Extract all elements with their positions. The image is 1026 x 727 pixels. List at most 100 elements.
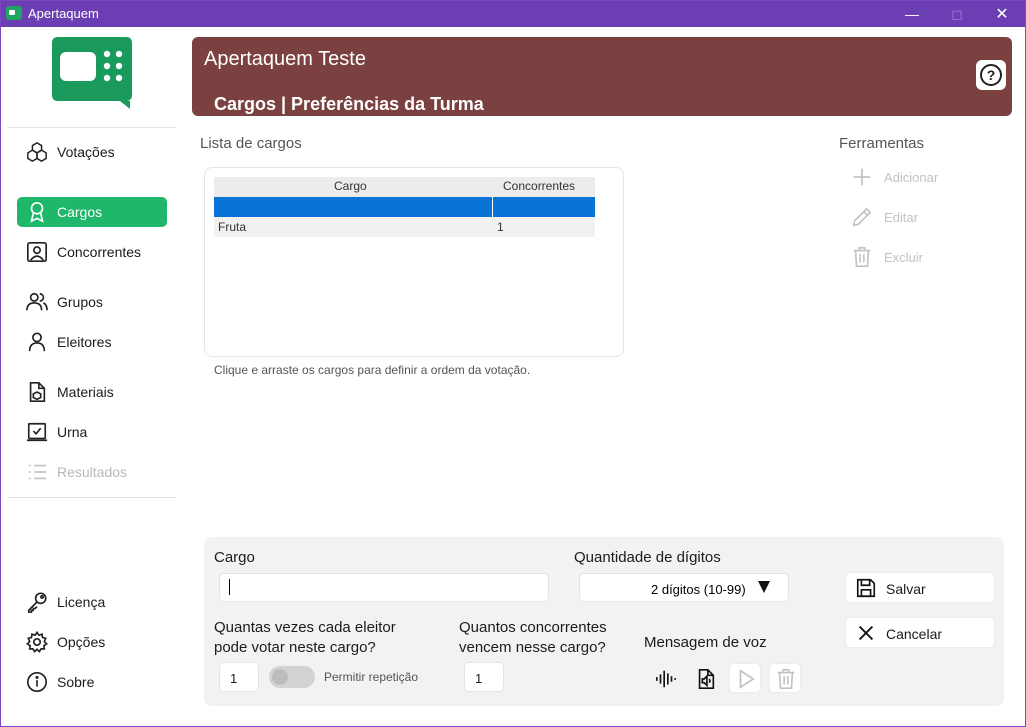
app-logo <box>52 37 132 109</box>
play-icon <box>739 669 755 689</box>
sidebar-item-label: Resultados <box>57 464 128 480</box>
text-caret <box>229 579 230 595</box>
delete-button: Excluir <box>851 244 981 270</box>
winners-label-line1: Quantos concorrentes <box>459 619 607 636</box>
sidebar-item-cargos[interactable]: Cargos <box>17 197 167 227</box>
voice-label: Mensagem de voz <box>644 634 767 651</box>
tools-label: Ferramentas <box>839 135 925 152</box>
plus-icon <box>853 168 871 186</box>
help-button[interactable]: ? <box>976 60 1006 90</box>
table-row[interactable]: Cor 2 <box>214 197 595 217</box>
concorrentes-cell: 1 <box>497 220 504 234</box>
add-button: Adicionar <box>851 164 981 190</box>
votes-input[interactable]: 1 <box>219 662 259 692</box>
sidebar-item-label: Licença <box>57 594 106 610</box>
winners-value: 1 <box>475 671 483 686</box>
sidebar-divider <box>7 497 176 498</box>
sidebar-item-label: Opções <box>57 634 106 650</box>
sidebar-item-sobre[interactable]: Sobre <box>17 667 167 697</box>
ribbon-icon <box>30 202 44 223</box>
key-icon <box>27 592 47 613</box>
sidebar-divider <box>7 127 176 128</box>
sidebar-item-concorrentes[interactable]: Concorrentes <box>17 237 167 267</box>
sidebar-item-label: Materiais <box>57 384 114 400</box>
delete-label: Excluir <box>884 250 924 265</box>
trash-icon <box>777 669 795 689</box>
sidebar-item-label: Urna <box>57 424 88 440</box>
sidebar-item-votacoes[interactable]: Votações <box>17 137 167 167</box>
repeat-toggle[interactable] <box>269 666 315 688</box>
cargo-label: Cargo <box>214 549 255 566</box>
load-audio-file-button[interactable] <box>689 663 721 693</box>
sidebar-item-label: Eleitores <box>57 334 112 350</box>
digits-value: 2 dígitos (10-99) <box>651 582 746 597</box>
list-hint: Clique e arraste os cargos para definir … <box>214 363 531 377</box>
main-content: Apertaquem Teste Cargos | Preferências d… <box>183 27 1025 726</box>
page-title: Apertaquem Teste <box>204 48 366 70</box>
column-header-concorrentes[interactable]: Concorrentes <box>503 179 575 193</box>
cargo-form-panel: Cargo Quantidade de dígitos 2 dígitos (1… <box>204 537 1004 706</box>
person-icon <box>28 332 46 352</box>
minimize-button[interactable]: — <box>889 1 935 27</box>
page-header: Apertaquem Teste Cargos | Preferências d… <box>192 37 1012 116</box>
app-window: Apertaquem — ◻ ✕ Votações Cargos Concorr… <box>0 0 1026 727</box>
save-button[interactable]: Salvar <box>845 572 995 603</box>
votes-label-line2: pode votar neste cargo? <box>214 639 376 656</box>
gear-icon <box>26 631 48 653</box>
winners-input[interactable]: 1 <box>464 662 504 692</box>
cancel-label: Cancelar <box>886 626 943 642</box>
sidebar-item-licenca[interactable]: Licença <box>17 587 167 617</box>
close-icon <box>858 625 874 641</box>
trash-icon <box>853 247 871 267</box>
sidebar-item-eleitores[interactable]: Eleitores <box>17 327 167 357</box>
sidebar: Votações Cargos Concorrentes Grupos Elei… <box>1 27 183 726</box>
record-voice-button[interactable] <box>649 663 681 693</box>
cargo-cell: Cor <box>218 200 238 214</box>
concorrentes-cell: 2 <box>497 200 504 214</box>
list-label: Lista de cargos <box>200 135 302 152</box>
help-icon: ? <box>980 64 1002 86</box>
maximize-button[interactable]: ◻ <box>934 1 980 27</box>
app-icon <box>6 6 22 20</box>
close-button[interactable]: ✕ <box>979 1 1025 27</box>
cancel-button[interactable]: Cancelar <box>845 617 995 648</box>
audio-file-icon <box>698 669 715 689</box>
sidebar-item-label: Votações <box>57 144 115 160</box>
page-subtitle: Cargos | Preferências da Turma <box>214 94 484 114</box>
votes-label-line1: Quantas vezes cada eleitor <box>214 619 396 636</box>
cargos-list: Cargo Concorrentes Cor 2 Fruta 1 <box>204 167 624 357</box>
window-title: Apertaquem <box>28 6 99 21</box>
votes-value: 1 <box>230 671 238 686</box>
group-icon <box>26 292 48 311</box>
sidebar-item-opcoes[interactable]: Opções <box>17 627 167 657</box>
sidebar-item-label: Grupos <box>57 294 103 310</box>
list-icon <box>28 464 47 480</box>
audio-wave-icon <box>656 670 676 688</box>
cargo-cell: Fruta <box>218 220 247 234</box>
edit-button: Editar <box>851 204 981 230</box>
contact-card-icon <box>27 242 47 262</box>
document-icon <box>29 382 46 402</box>
pencil-icon <box>852 207 872 227</box>
repeat-label: Permitir repetição <box>324 670 419 684</box>
dropdown-arrow-icon <box>758 581 770 593</box>
digits-select[interactable]: 2 dígitos (10-99) <box>579 573 789 602</box>
table-header: Cargo Concorrentes <box>214 177 595 197</box>
save-label: Salvar <box>886 581 926 597</box>
table-row[interactable]: Fruta 1 <box>214 217 595 237</box>
add-label: Adicionar <box>884 170 939 185</box>
cargo-input[interactable] <box>219 573 549 602</box>
play-voice-button <box>729 663 761 693</box>
sidebar-item-grupos[interactable]: Grupos <box>17 287 167 317</box>
sidebar-item-materiais[interactable]: Materiais <box>17 377 167 407</box>
sidebar-item-label: Concorrentes <box>57 244 142 260</box>
sidebar-item-urna[interactable]: Urna <box>17 417 167 447</box>
cubes-icon <box>27 141 47 163</box>
sidebar-item-label: Cargos <box>57 204 103 220</box>
sidebar-item-resultados: Resultados <box>17 457 167 487</box>
floppy-disk-icon <box>856 578 876 598</box>
column-header-cargo[interactable]: Cargo <box>334 179 367 193</box>
digits-label: Quantidade de dígitos <box>574 549 721 566</box>
ballot-box-icon <box>26 422 48 442</box>
sidebar-item-label: Sobre <box>57 674 95 690</box>
